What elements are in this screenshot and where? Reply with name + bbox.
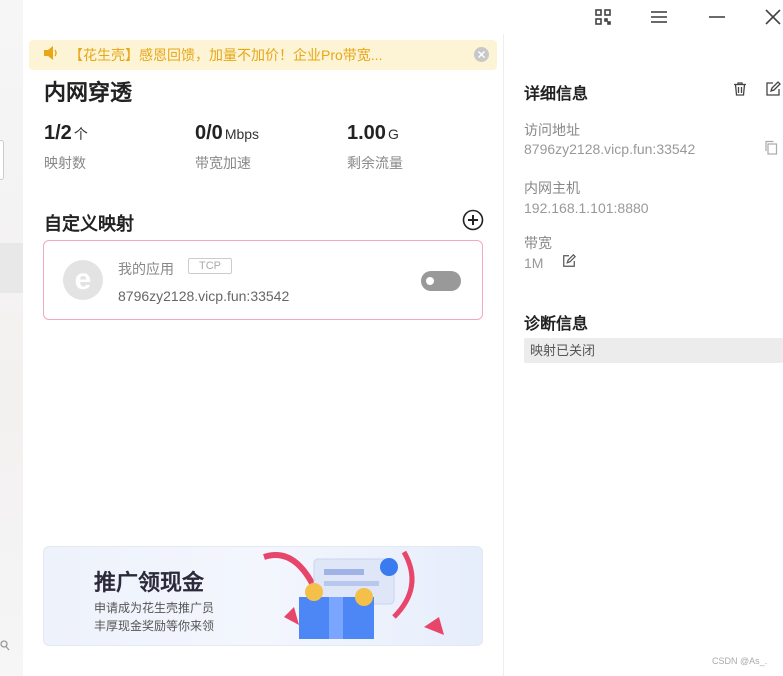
title-bar [23,0,783,34]
banner-title: 推广领现金 [94,570,205,595]
close-icon[interactable] [762,6,783,28]
bandwidth-label: 带宽 [524,235,552,251]
app-window: 【花生壳】感恩回馈，加量不加价！企业Pro带宽... 内网穿透 1/2 个 映射数… [0,0,783,676]
details-title: 详细信息 [524,86,589,103]
stat-unit: G [387,126,399,142]
promo-banner[interactable]: 推广领现金 申请成为花生壳推广员 丰厚现金奖励等你来领 [43,546,483,646]
access-address-label: 访问地址 [524,122,580,138]
stat-value: 1/2 [44,122,72,144]
qrcode-icon[interactable] [592,6,614,28]
search-icon[interactable] [0,640,10,655]
notice-close-icon[interactable] [474,47,489,62]
copy-icon[interactable] [764,140,780,156]
svg-text:e: e [75,263,92,296]
bandwidth-value: 1M [524,255,544,271]
stat-unit: Mbps [224,126,260,142]
stat-value: 0/0 [195,122,223,144]
diagnostics-status: 映射已关闭 [524,338,783,363]
left-sidebar [0,0,23,676]
custom-mapping-title: 自定义映射 [44,214,134,234]
gift-box-illustration [263,550,444,639]
mapping-name: 我的应用 [118,261,174,277]
lan-host-value: 192.168.1.101:8880 [524,200,649,216]
mapping-address[interactable]: 8796zy2128.vicp.fun:33542 [118,288,289,304]
stat-traffic: 1.00 G 剩余流量 [347,122,403,173]
stat-mappings: 1/2 个 映射数 [44,122,88,173]
stat-bandwidth: 0/0 Mbps 带宽加速 [195,122,259,173]
edit-icon[interactable] [765,81,781,97]
watermark: CSDN @As_. [712,656,768,666]
stat-label: 带宽加速 [195,155,251,171]
app-e-icon: e [62,259,104,301]
panel-divider [503,34,504,676]
add-mapping-button[interactable] [462,209,484,231]
notice-text[interactable]: 【花生壳】感恩回馈，加量不加价！企业Pro带宽... [69,45,382,65]
toggle-knob [426,277,434,285]
sidebar-selected-item[interactable] [0,243,23,293]
speaker-icon [43,45,59,65]
mapping-card[interactable]: e 我的应用 TCP 8796zy2128.vicp.fun:33542 [43,240,483,320]
mapping-toggle[interactable] [421,271,461,291]
sidebar-handle[interactable] [0,140,4,180]
trash-icon[interactable] [732,81,748,97]
stat-label: 剩余流量 [347,155,403,171]
menu-icon[interactable] [648,6,670,28]
stat-unit: 个 [73,126,88,142]
protocol-badge: TCP [188,258,232,274]
minimize-icon[interactable] [706,6,728,28]
lan-host-label: 内网主机 [524,180,580,196]
page-title: 内网穿透 [44,80,133,105]
stat-value: 1.00 [347,122,386,144]
access-address-value[interactable]: 8796zy2128.vicp.fun:33542 [524,141,695,157]
notice-bar[interactable]: 【花生壳】感恩回馈，加量不加价！企业Pro带宽... [29,40,497,70]
banner-line-2: 丰厚现金奖励等你来领 [94,619,215,633]
plus-circle-icon [462,209,484,231]
banner-line-1: 申请成为花生壳推广员 [94,601,215,615]
diagnostics-title: 诊断信息 [524,316,589,333]
bandwidth-edit-icon[interactable] [562,254,578,270]
stat-label: 映射数 [44,155,86,171]
